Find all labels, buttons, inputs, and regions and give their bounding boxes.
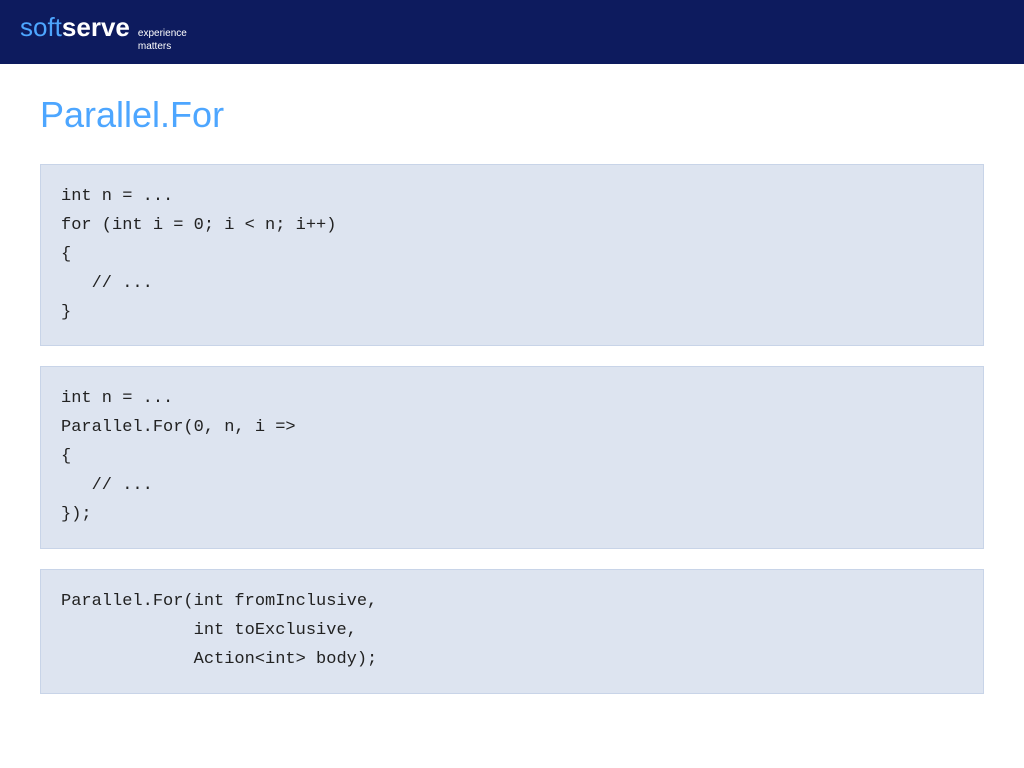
- logo-soft: soft: [20, 12, 62, 43]
- logo-tagline: experiencematters: [138, 27, 187, 53]
- code-text-1: int n = ... for (int i = 0; i < n; i++) …: [61, 183, 963, 327]
- code-text-3: Parallel.For(int fromInclusive, int toEx…: [61, 588, 963, 675]
- header: softserve experiencematters: [0, 0, 1024, 64]
- code-block-3: Parallel.For(int fromInclusive, int toEx…: [40, 569, 984, 694]
- main-content: Parallel.For int n = ... for (int i = 0;…: [0, 64, 1024, 744]
- code-block-2: int n = ... Parallel.For(0, n, i => { //…: [40, 366, 984, 548]
- logo-serve: serve: [62, 12, 130, 43]
- code-block-1: int n = ... for (int i = 0; i < n; i++) …: [40, 164, 984, 346]
- logo: softserve experiencematters: [20, 12, 187, 53]
- page-title: Parallel.For: [40, 94, 984, 136]
- code-text-2: int n = ... Parallel.For(0, n, i => { //…: [61, 385, 963, 529]
